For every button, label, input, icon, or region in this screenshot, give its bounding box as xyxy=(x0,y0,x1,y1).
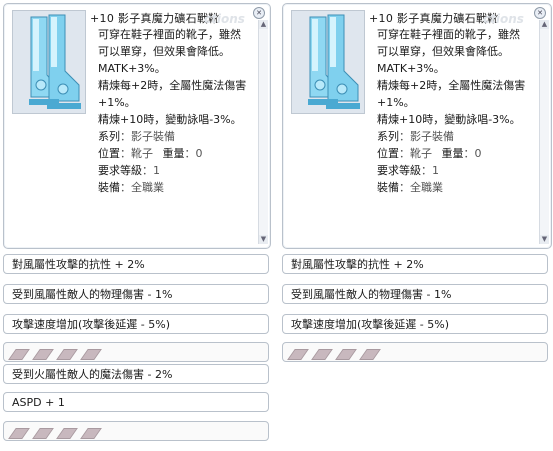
option-line: 對風屬性攻擊的抗性 + 2% xyxy=(282,254,548,274)
scroll-up-icon[interactable]: ▲ xyxy=(540,20,549,29)
item-image xyxy=(291,10,365,114)
weight-value: ：0 xyxy=(463,147,482,160)
position-label: 位置 xyxy=(377,147,399,160)
empty-slots-bar xyxy=(3,342,269,362)
item-description-card: +10 影子真魔力礦石戰靴 ctions ✕ 可穿在鞋子裡面的靴子，雖然 可以單… xyxy=(3,3,271,249)
slot-icon xyxy=(32,428,54,439)
slot-icon xyxy=(311,349,333,360)
desc-line: 精煉+10時，變動詠唱-3%。 xyxy=(98,113,242,126)
option-line: 攻擊速度增加(攻擊後延遲 - 5%) xyxy=(3,314,269,334)
option-line: 受到風屬性敵人的物理傷害 - 1% xyxy=(282,284,548,304)
slot-icon xyxy=(8,428,30,439)
watermark-text: ctions xyxy=(483,12,524,26)
equip-field: 裝備：全職業 xyxy=(377,179,443,196)
scrollbar[interactable]: ▲ ▼ xyxy=(258,20,268,244)
equip-label: 裝備 xyxy=(98,181,120,194)
equip-value: ：全職業 xyxy=(399,181,443,194)
scroll-up-icon[interactable]: ▲ xyxy=(259,20,268,29)
boots-icon xyxy=(308,14,360,109)
series-value: ：影子裝備 xyxy=(120,130,175,143)
item-tooltip-right: +10 影子真魔力礦石戰靴 ctions ✕ 可穿在鞋子裡面的靴子，雖然 可以單… xyxy=(279,0,553,451)
close-icon[interactable]: ✕ xyxy=(534,7,546,19)
weight-label: 重量 xyxy=(162,147,185,160)
desc-line: 精煉每+2時，全屬性魔法傷害 xyxy=(98,79,247,92)
item-title: +10 影子真魔力礦石戰靴 xyxy=(90,12,220,25)
desc-line: 可穿在鞋子裡面的靴子，雖然 xyxy=(377,28,520,41)
item-title: +10 影子真魔力礦石戰靴 xyxy=(369,12,499,25)
slot-icon xyxy=(80,349,102,360)
item-tooltip-left: +10 影子真魔力礦石戰靴 ctions ✕ 可穿在鞋子裡面的靴子，雖然 可以單… xyxy=(0,0,274,451)
desc-line: 精煉+10時，變動詠唱-3%。 xyxy=(377,113,521,126)
scrollbar[interactable]: ▲ ▼ xyxy=(539,20,549,244)
slot-icon xyxy=(56,349,78,360)
required-level-field: 要求等級：1 xyxy=(377,162,439,179)
position-value: ：靴子 xyxy=(399,147,432,160)
slot-icon xyxy=(56,428,78,439)
weight-label: 重量 xyxy=(441,147,464,160)
series-field: 系列：影子裝備 xyxy=(377,128,454,145)
option-line: 對風屬性攻擊的抗性 + 2% xyxy=(3,254,269,274)
desc-line: 可以單穿，但效果會降低。 xyxy=(377,45,509,58)
desc-line: 可穿在鞋子裡面的靴子，雖然 xyxy=(98,28,241,41)
slot-icon xyxy=(359,349,381,360)
watermark-text: ctions xyxy=(204,12,245,26)
desc-line: +1%。 xyxy=(98,96,136,109)
required-level-field: 要求等級：1 xyxy=(98,162,160,179)
empty-slots-bar xyxy=(3,421,269,441)
option-line: 攻擊速度增加(攻擊後延遲 - 5%) xyxy=(282,314,548,334)
position-field: 位置：靴子 重量：0 xyxy=(98,145,203,162)
weight-value: ：0 xyxy=(184,147,203,160)
slot-icon xyxy=(287,349,309,360)
series-value: ：影子裝備 xyxy=(399,130,454,143)
series-field: 系列：影子裝備 xyxy=(98,128,175,145)
equip-field: 裝備：全職業 xyxy=(98,179,164,196)
desc-line: +1%。 xyxy=(377,96,415,109)
desc-line: MATK+3%。 xyxy=(377,62,445,75)
option-line: 受到風屬性敵人的物理傷害 - 1% xyxy=(3,284,269,304)
equip-label: 裝備 xyxy=(377,181,399,194)
empty-slots-bar xyxy=(282,342,548,362)
desc-line: MATK+3%。 xyxy=(98,62,166,75)
option-line: 受到火屬性敵人的魔法傷害 - 2% xyxy=(3,364,269,384)
required-level-label: 要求等級 xyxy=(98,164,142,177)
position-value: ：靴子 xyxy=(120,147,153,160)
equip-value: ：全職業 xyxy=(120,181,164,194)
position-field: 位置：靴子 重量：0 xyxy=(377,145,482,162)
item-image xyxy=(12,10,86,114)
series-label: 系列 xyxy=(377,130,399,143)
scroll-down-icon[interactable]: ▼ xyxy=(259,235,268,244)
required-level-value: ：1 xyxy=(421,164,439,177)
slot-icon xyxy=(80,428,102,439)
boots-icon xyxy=(29,14,81,109)
required-level-label: 要求等級 xyxy=(377,164,421,177)
close-icon[interactable]: ✕ xyxy=(253,7,265,19)
desc-line: 精煉每+2時，全屬性魔法傷害 xyxy=(377,79,526,92)
option-line: ASPD + 1 xyxy=(3,392,269,412)
item-description-card: +10 影子真魔力礦石戰靴 ctions ✕ 可穿在鞋子裡面的靴子，雖然 可以單… xyxy=(282,3,552,249)
required-level-value: ：1 xyxy=(142,164,160,177)
slot-icon xyxy=(32,349,54,360)
slot-icon xyxy=(8,349,30,360)
position-label: 位置 xyxy=(98,147,120,160)
series-label: 系列 xyxy=(98,130,120,143)
desc-line: 可以單穿，但效果會降低。 xyxy=(98,45,230,58)
scroll-down-icon[interactable]: ▼ xyxy=(540,235,549,244)
slot-icon xyxy=(335,349,357,360)
